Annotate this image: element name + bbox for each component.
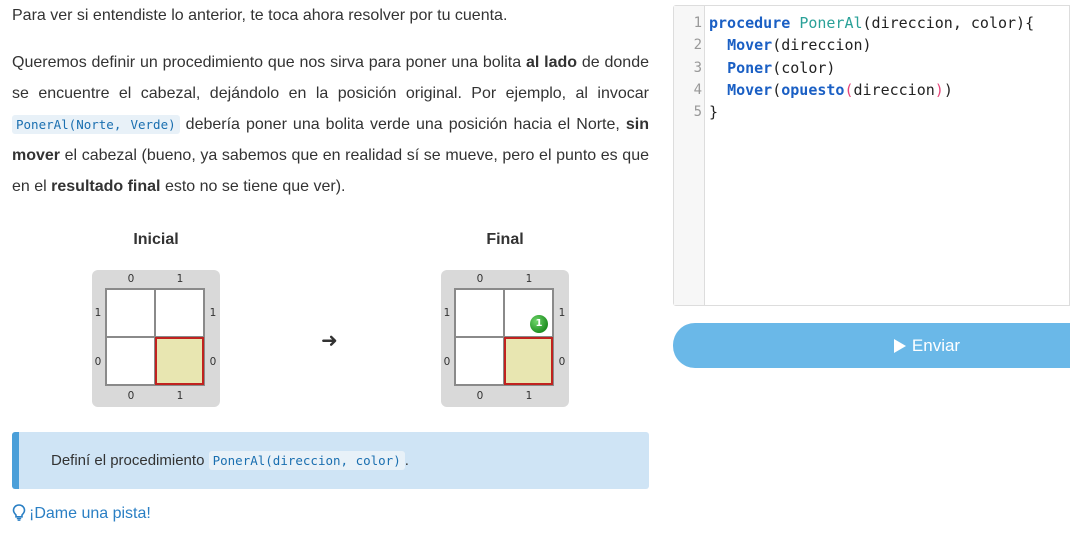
initial-cell-0-0 (106, 337, 155, 385)
callout-suffix: . (404, 452, 409, 469)
initial-board-title: Inicial (133, 231, 179, 248)
callout-text: Definí el procedimiento (51, 452, 209, 469)
desc-bold-3: resultado final (51, 178, 161, 195)
final-cell-1-1: 1 (504, 289, 553, 337)
desc-text-1: Queremos definir un procedimiento que no… (12, 54, 526, 71)
code-paren-highlight: ) (934, 81, 944, 99)
final-col-label-bottom-0: 0 (476, 390, 484, 402)
initial-board: Inicial 0 1 0 1 1 0 1 0 (91, 228, 221, 407)
code-params: (direccion, color){ (862, 14, 1035, 32)
code-line-1: procedure PonerAl(direccion, color){ (709, 12, 1034, 34)
code-call: Mover (727, 36, 773, 54)
line-number: 1 (693, 15, 702, 31)
final-col-label-top-0: 0 (476, 273, 484, 285)
transition-arrow-icon: ➜ (321, 330, 338, 352)
code-call: Poner (727, 59, 773, 77)
callout-code: PonerAl(direccion, color) (208, 451, 405, 470)
code-paren-highlight: ( (844, 81, 854, 99)
description-paragraph: Queremos definir un procedimiento que no… (12, 47, 649, 202)
code-paren: ( (772, 81, 782, 99)
code-line-5: } (709, 101, 718, 123)
final-board: Final 0 1 0 1 1 0 1 0 1 (440, 228, 570, 407)
code-line-4: Mover(opuesto(direccion)) (709, 79, 953, 101)
final-row-label-right-0: 0 (558, 356, 566, 368)
lightbulb-icon (12, 504, 26, 521)
initial-row-label-right-0: 0 (209, 356, 217, 368)
line-number: 5 (693, 104, 702, 120)
instruction-callout: Definí el procedimiento PonerAl(direccio… (12, 432, 649, 489)
example-code: PonerAl(Norte, Verde) (12, 115, 180, 134)
hint-label: ¡Dame una pista! (29, 505, 151, 522)
play-icon (893, 339, 906, 353)
initial-row-label-right-1: 1 (209, 307, 217, 319)
initial-cell-1-1 (155, 289, 204, 337)
code-line-2: Mover(direccion) (709, 34, 872, 56)
send-label: Enviar (911, 336, 961, 355)
final-row-label-left-0: 0 (443, 356, 451, 368)
initial-grid (105, 288, 205, 386)
initial-head-cell (155, 337, 204, 385)
final-row-label-right-1: 1 (558, 307, 566, 319)
line-number: 3 (693, 60, 702, 76)
code-keyword: procedure (709, 14, 791, 32)
initial-row-label-left-1: 1 (94, 307, 102, 319)
final-row-label-left-1: 1 (443, 307, 451, 319)
code-call-nested: opuesto (781, 81, 845, 99)
initial-board-frame: 0 1 0 1 1 0 1 0 (92, 270, 220, 407)
green-ball-icon: 1 (530, 315, 548, 333)
final-grid: 1 (454, 288, 554, 386)
code-close-brace: } (709, 103, 719, 121)
initial-row-label-left-0: 0 (94, 356, 102, 368)
code-line-3: Poner(color) (709, 57, 835, 79)
code-call: Mover (727, 81, 773, 99)
final-head-cell (504, 337, 553, 385)
code-paren: ) (943, 81, 953, 99)
initial-col-label-top-1: 1 (176, 273, 184, 285)
code-area[interactable]: procedure PonerAl(direccion, color){ Mov… (705, 6, 1069, 305)
line-number: 2 (693, 37, 702, 53)
initial-col-label-bottom-0: 0 (127, 390, 135, 402)
intro-text: Para ver si entendiste lo anterior, te t… (12, 7, 508, 24)
final-cell-0-0 (455, 337, 504, 385)
final-col-label-top-1: 1 (525, 273, 533, 285)
line-number-gutter: 1 2 3 4 5 (674, 6, 705, 305)
initial-col-label-bottom-1: 1 (176, 390, 184, 402)
code-args: direccion (853, 81, 935, 99)
desc-bold-1: al lado (525, 54, 578, 71)
code-proc-name: PonerAl (799, 14, 863, 32)
hint-link[interactable]: ¡Dame una pista! (12, 504, 151, 524)
code-args: (color) (772, 59, 836, 77)
final-cell-0-1 (455, 289, 504, 337)
code-editor[interactable]: 1 2 3 4 5 procedure PonerAl(direccion, c… (673, 5, 1070, 306)
final-board-frame: 0 1 0 1 1 0 1 0 1 (441, 270, 569, 407)
send-button[interactable]: Enviar (673, 323, 1070, 368)
initial-cell-0-1 (106, 289, 155, 337)
desc-text-5: esto no se tiene que ver). (160, 178, 346, 195)
final-board-title: Final (486, 231, 524, 248)
desc-text-3: debería poner una bolita verde una posic… (179, 116, 626, 133)
final-col-label-bottom-1: 1 (525, 390, 533, 402)
initial-col-label-top-0: 0 (127, 273, 135, 285)
code-args: (direccion) (772, 36, 872, 54)
line-number: 4 (693, 82, 702, 98)
